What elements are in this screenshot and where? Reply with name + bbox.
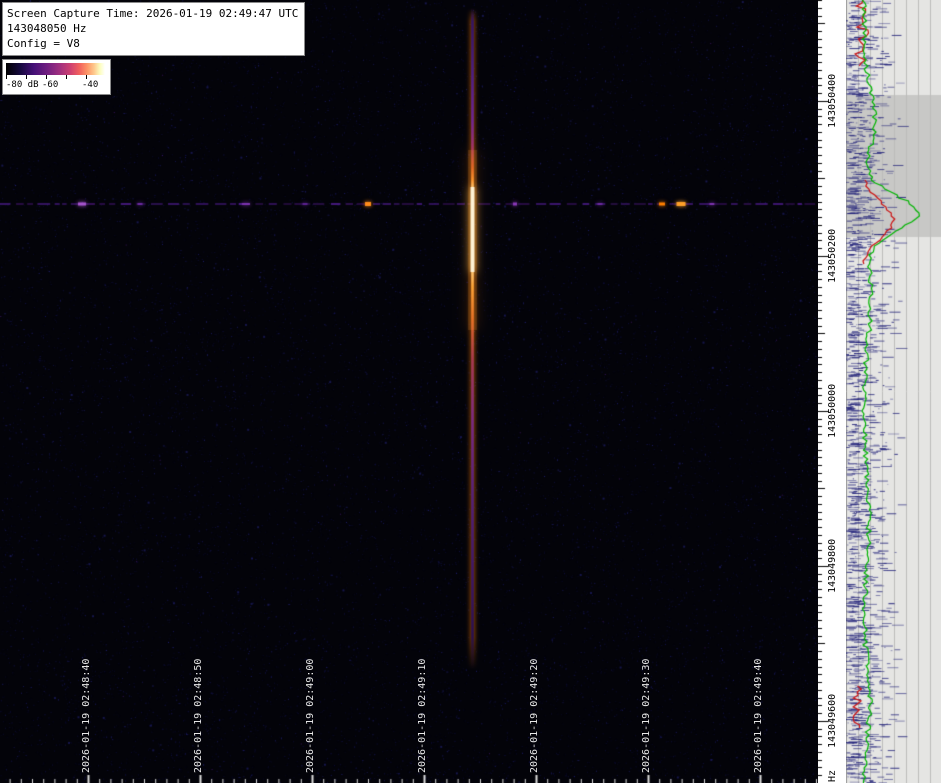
- colorbar-tick: [66, 75, 67, 79]
- waterfall-canvas: [0, 0, 818, 783]
- colorbar-label-max: -40: [82, 80, 98, 90]
- capture-time-text: Screen Capture Time: 2026-01-19 02:49:47…: [7, 6, 298, 21]
- colorbar: -80 dB -60 -40: [2, 59, 111, 95]
- config-text: Config = V8: [7, 36, 298, 51]
- colorbar-tick: [86, 75, 87, 79]
- spectrum-panel-canvas: [846, 0, 941, 783]
- capture-frequency-text: 143048050 Hz: [7, 21, 298, 36]
- colorbar-gradient: [6, 63, 105, 75]
- colorbar-label-min: -80 dB: [6, 80, 39, 90]
- colorbar-tick: [46, 75, 47, 79]
- colorbar-tick: [26, 75, 27, 79]
- colorbar-tick: [6, 75, 7, 79]
- colorbar-label-mid: -60: [42, 80, 58, 90]
- spectrogram-window: 2026-01-19 02:48:402026-01-19 02:48:5020…: [0, 0, 941, 783]
- colorbar-labels: -80 dB -60 -40: [6, 80, 106, 92]
- capture-info-box: Screen Capture Time: 2026-01-19 02:49:47…: [2, 2, 305, 56]
- frequency-axis-canvas: [818, 0, 846, 783]
